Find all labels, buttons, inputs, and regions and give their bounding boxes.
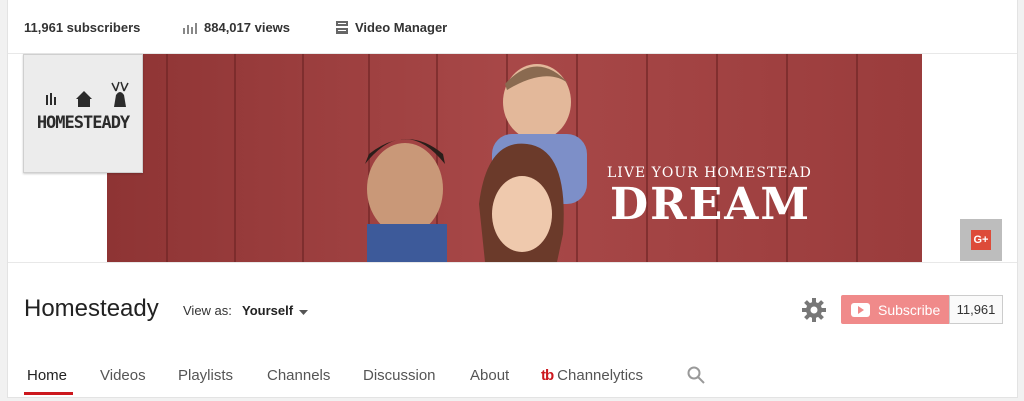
banner-headline: DREAM — [610, 179, 812, 230]
gear-icon — [802, 298, 826, 322]
channel-title[interactable]: Homesteady — [24, 295, 159, 323]
tubebuddy-icon: tb — [541, 367, 554, 384]
tab-videos[interactable]: Videos — [100, 367, 146, 384]
view-as-label: View as: — [183, 303, 232, 318]
search-icon — [687, 366, 705, 384]
subscribe-button[interactable]: Subscribe — [841, 295, 949, 324]
homestead-logo-icon — [46, 81, 129, 107]
youtube-play-icon — [851, 302, 870, 317]
subscribers-count: 11,961 subscribers — [24, 20, 141, 35]
tab-channelytics-label: Channelytics — [557, 367, 644, 384]
gplus-icon: G+ — [971, 230, 991, 250]
channel-settings-button[interactable] — [801, 297, 827, 328]
tab-about[interactable]: About — [470, 367, 509, 384]
subscribe-label: Subscribe — [878, 301, 941, 318]
view-as-value: Yourself — [242, 303, 294, 318]
subscriber-count-badge: 11,961 — [949, 295, 1003, 324]
divider — [8, 262, 1017, 263]
tab-home[interactable]: Home — [27, 367, 67, 384]
view-as-dropdown[interactable]: Yourself — [242, 303, 309, 318]
views-count: 884,017 views — [204, 20, 291, 35]
tab-channelytics[interactable]: tb Channelytics — [541, 367, 643, 384]
tab-playlists[interactable]: Playlists — [178, 367, 233, 384]
channel-page: 11,961 subscribers 884,017 views Video M… — [7, 0, 1018, 398]
banner-art — [107, 54, 922, 262]
bar-chart-icon — [183, 22, 197, 34]
video-manager-icon — [336, 21, 348, 34]
channel-search-button[interactable] — [687, 366, 705, 389]
tab-channels[interactable]: Channels — [267, 367, 330, 384]
logo-text: HOMESTEADY — [36, 113, 130, 133]
channel-banner: LIVE YOUR HOMESTEAD DREAM — [107, 54, 922, 262]
views-stat[interactable]: 884,017 views — [183, 20, 290, 35]
tab-discussion[interactable]: Discussion — [363, 367, 436, 384]
channel-stats-bar: 11,961 subscribers 884,017 views Video M… — [8, 0, 1017, 54]
subscribers-stat: 11,961 subscribers — [24, 20, 140, 35]
chevron-down-icon — [299, 303, 309, 318]
video-manager-label: Video Manager — [355, 20, 448, 35]
gplus-link[interactable]: G+ — [960, 219, 1002, 261]
active-tab-indicator — [24, 392, 73, 395]
channel-avatar[interactable]: HOMESTEADY — [23, 54, 143, 173]
video-manager-link[interactable]: Video Manager — [336, 20, 447, 35]
